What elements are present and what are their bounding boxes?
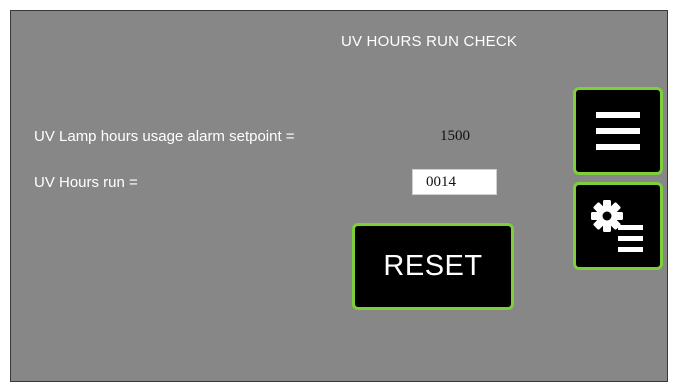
hours-run-label: UV Hours run = xyxy=(34,174,138,191)
gear-list-settings-icon xyxy=(591,200,643,252)
menu-button[interactable] xyxy=(573,87,663,175)
reset-button-label: RESET xyxy=(383,250,483,282)
setpoint-value: 1500 xyxy=(440,128,470,144)
hamburger-menu-icon xyxy=(596,112,640,150)
hours-run-value: 0014 xyxy=(412,169,497,195)
reset-button[interactable]: RESET xyxy=(352,223,514,310)
screen-title: UV HOURS RUN CHECK xyxy=(340,33,518,50)
hmi-screen: UV HOURS RUN CHECK UV Lamp hours usage a… xyxy=(10,10,668,382)
setpoint-label: UV Lamp hours usage alarm setpoint = xyxy=(34,128,295,145)
settings-button[interactable] xyxy=(573,182,663,270)
